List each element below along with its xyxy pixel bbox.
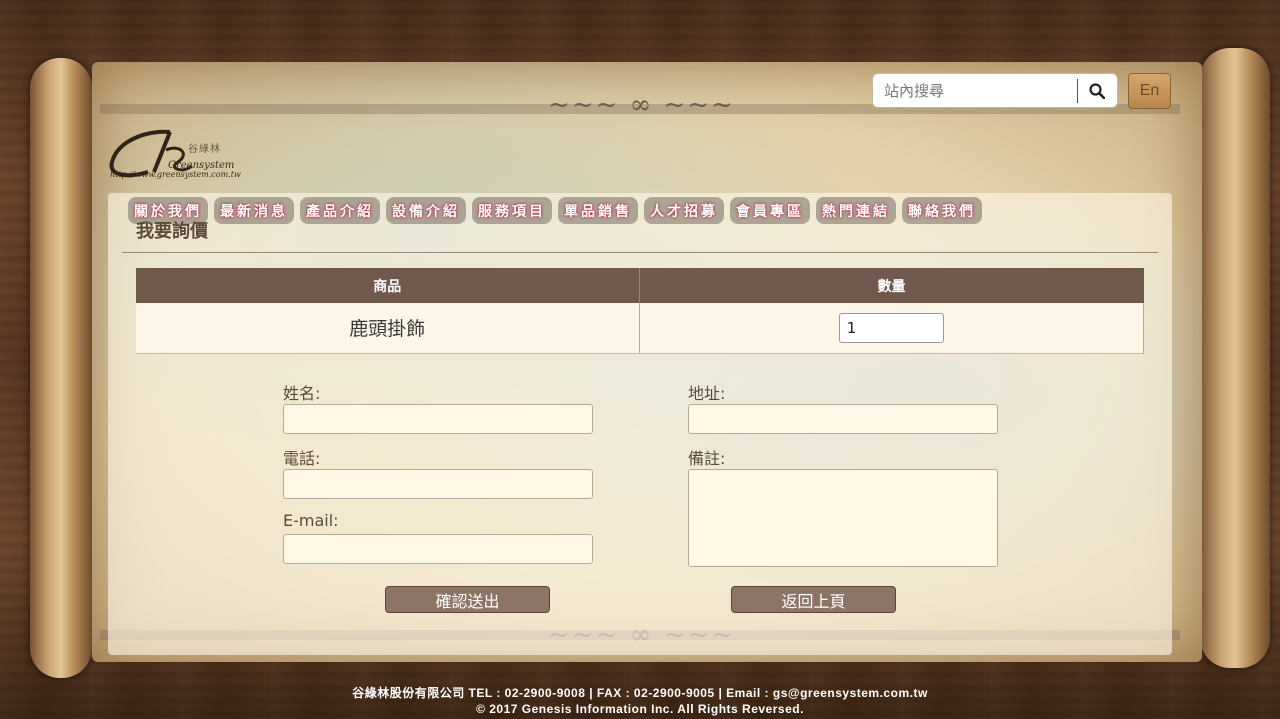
- name-field[interactable]: [283, 404, 593, 434]
- phone-label: 電話:: [283, 449, 321, 468]
- nav-item-services[interactable]: 服務項目: [472, 197, 552, 224]
- content-panel: [108, 193, 1172, 655]
- email-label: E-mail:: [283, 511, 339, 530]
- address-field[interactable]: [688, 404, 998, 434]
- search-box: [872, 73, 1118, 108]
- logo-url-text: http://www.greensystem.com.tw: [110, 170, 241, 179]
- scroll-left-decoration: [30, 58, 92, 678]
- note-textarea[interactable]: [688, 469, 998, 567]
- nav-item-news[interactable]: 最新消息: [214, 197, 294, 224]
- submit-button[interactable]: 確認送出: [385, 586, 550, 613]
- name-label: 姓名:: [283, 384, 321, 403]
- product-table: 商品 數量 鹿頭掛飾: [136, 268, 1144, 354]
- nav-item-equipment[interactable]: 設備介紹: [386, 197, 466, 224]
- nav-item-members[interactable]: 會員專區: [730, 197, 810, 224]
- footer-contact: 谷綠林股份有限公司 TEL : 02-2900-9008 | FAX : 02-…: [352, 686, 928, 700]
- table-row: 鹿頭掛飾: [136, 303, 1144, 354]
- search-icon: [1089, 82, 1106, 99]
- email-field[interactable]: [283, 534, 593, 564]
- page-title: 我要詢價: [136, 221, 208, 242]
- column-header-product: 商品: [136, 268, 640, 303]
- phone-field[interactable]: [283, 469, 593, 499]
- nav-item-careers[interactable]: 人才招募: [644, 197, 724, 224]
- nav-item-single-sales[interactable]: 單品銷售: [558, 197, 638, 224]
- heading-divider: [122, 252, 1158, 253]
- scroll-right-decoration: [1200, 48, 1270, 668]
- address-label: 地址:: [688, 384, 726, 403]
- nav-item-products[interactable]: 產品介紹: [300, 197, 380, 224]
- main-nav: 關於我們 最新消息 產品介紹 設備介紹 服務項目 單品銷售 人才招募 會員專區 …: [128, 197, 982, 224]
- back-button[interactable]: 返回上頁: [731, 586, 896, 613]
- quantity-cell: [639, 303, 1144, 354]
- footer-copyright: © 2017 Genesis Information Inc. All Righ…: [476, 702, 804, 716]
- nav-item-contact[interactable]: 聯絡我們: [902, 197, 982, 224]
- quantity-input[interactable]: [838, 312, 944, 343]
- language-button[interactable]: En: [1128, 73, 1171, 109]
- logo-cn-text: 谷綠林: [188, 144, 221, 155]
- column-header-quantity: 數量: [639, 268, 1144, 303]
- search-input[interactable]: [873, 74, 1077, 107]
- search-button[interactable]: [1078, 74, 1117, 107]
- table-header-row: 商品 數量: [136, 268, 1144, 303]
- note-label: 備註:: [688, 449, 726, 468]
- product-name-cell: 鹿頭掛飾: [136, 303, 640, 354]
- top-ornament: ~~~ ∞ ~~~: [548, 90, 735, 120]
- nav-item-links[interactable]: 熱門連結: [816, 197, 896, 224]
